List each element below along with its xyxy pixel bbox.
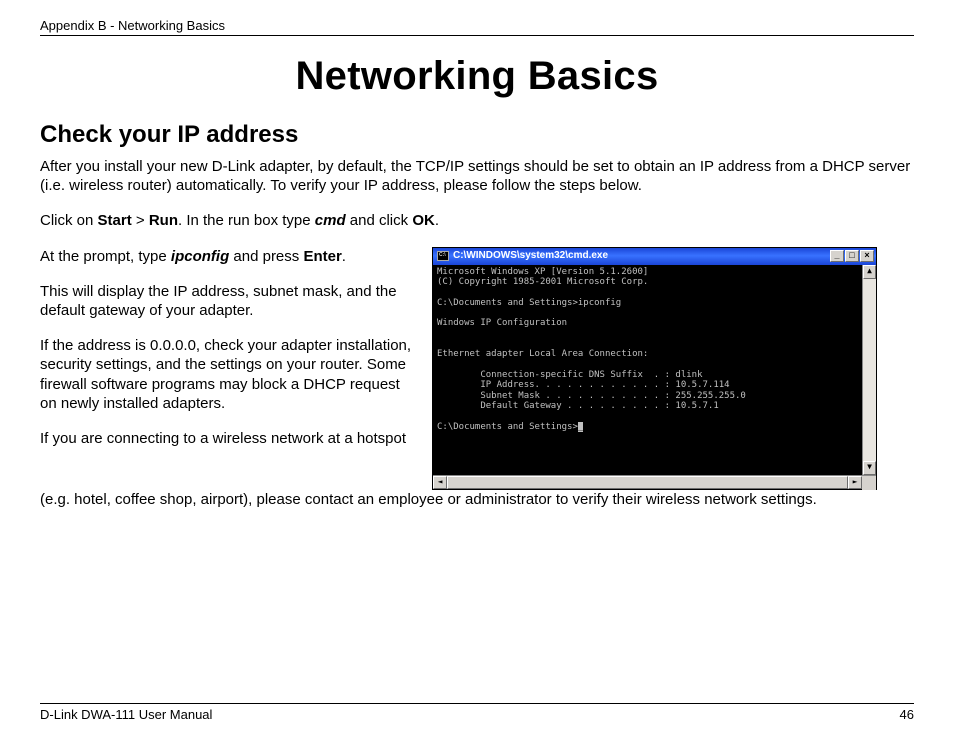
intro-paragraph: After you install your new D-Link adapte… <box>40 157 914 195</box>
footer-rule <box>40 703 914 704</box>
text: and press <box>229 248 303 265</box>
start-label: Start <box>98 212 132 229</box>
scroll-left-button[interactable]: ◄ <box>433 476 447 489</box>
hotspot-paragraph-2: (e.g. hotel, coffee shop, airport), plea… <box>40 490 914 509</box>
run-label: Run <box>149 212 178 229</box>
header-rule <box>40 35 914 36</box>
text: Click on <box>40 212 98 229</box>
maximize-button[interactable]: □ <box>845 250 859 262</box>
cmd-window: C:\WINDOWS\system32\cmd.exe _ □ × Micros… <box>432 247 877 490</box>
text: At the prompt, type <box>40 248 171 265</box>
ipconfig-literal: ipconfig <box>171 248 229 265</box>
header-appendix: Appendix B - Networking Basics <box>40 18 914 33</box>
text: . <box>342 248 346 265</box>
enter-label: Enter <box>303 248 341 265</box>
scroll-track-vertical[interactable] <box>863 279 876 461</box>
cmd-literal: cmd <box>315 212 346 229</box>
hotspot-paragraph-1: If you are connecting to a wireless netw… <box>40 429 418 448</box>
scroll-corner <box>862 476 876 490</box>
click-instruction: Click on Start > Run. In the run box typ… <box>40 211 914 230</box>
cmd-titlebar: C:\WINDOWS\system32\cmd.exe _ □ × <box>433 248 876 265</box>
scroll-right-button[interactable]: ► <box>848 476 862 489</box>
display-paragraph: This will display the IP address, subnet… <box>40 282 418 320</box>
text: . In the run box type <box>178 212 315 229</box>
prompt-instruction: At the prompt, type ipconfig and press E… <box>40 247 418 266</box>
scroll-thumb-horizontal[interactable] <box>447 476 848 489</box>
scroll-up-button[interactable]: ▲ <box>863 265 876 279</box>
footer: D-Link DWA-111 User Manual 46 <box>40 703 914 722</box>
scroll-track-horizontal[interactable] <box>447 476 848 489</box>
section-heading: Check your IP address <box>40 121 914 149</box>
text: . <box>435 212 439 229</box>
text: and click <box>346 212 413 229</box>
footer-page-number: 46 <box>900 707 914 722</box>
scroll-down-button[interactable]: ▼ <box>863 461 876 475</box>
footer-manual: D-Link DWA-111 User Manual <box>40 707 212 722</box>
cmd-output: Microsoft Windows XP [Version 5.1.2600] … <box>433 265 862 475</box>
scrollbar-vertical[interactable]: ▲ ▼ <box>862 265 876 475</box>
scrollbar-horizontal[interactable]: ◄ ► <box>433 475 876 489</box>
close-button[interactable]: × <box>860 250 874 262</box>
text: > <box>132 212 149 229</box>
ok-label: OK <box>412 212 435 229</box>
cmd-icon <box>437 251 449 261</box>
zero-address-paragraph: If the address is 0.0.0.0, check your ad… <box>40 336 418 413</box>
page-title: Networking Basics <box>40 54 914 99</box>
cmd-title-text: C:\WINDOWS\system32\cmd.exe <box>453 250 830 263</box>
cursor: _ <box>578 422 583 432</box>
minimize-button[interactable]: _ <box>830 250 844 262</box>
